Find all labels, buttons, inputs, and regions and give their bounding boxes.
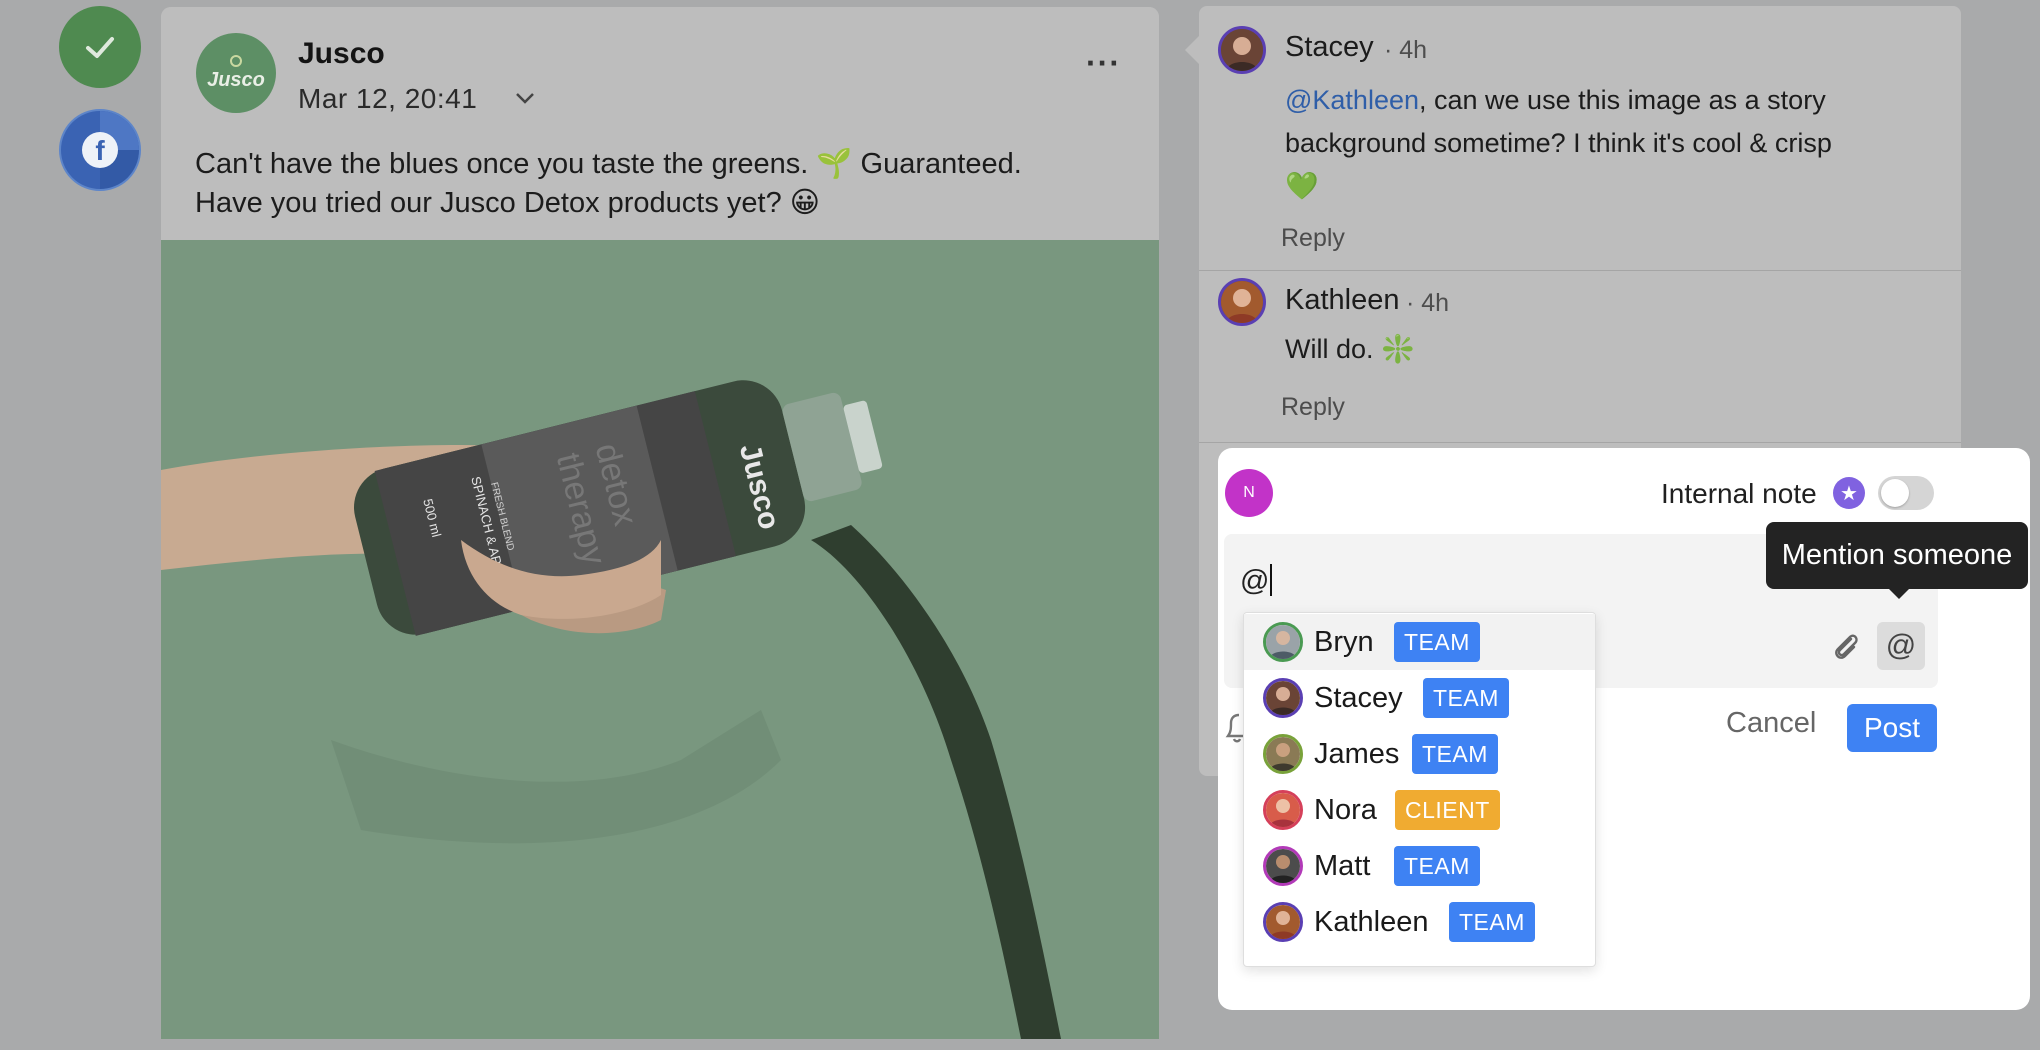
comment-input-value: @ bbox=[1240, 564, 1273, 598]
brand-avatar-text: Jusco bbox=[207, 68, 265, 91]
facebook-icon: f bbox=[82, 111, 139, 189]
mention-option-kathleen[interactable]: Kathleen TEAM bbox=[1244, 894, 1595, 950]
mention-link[interactable]: @Kathleen bbox=[1285, 85, 1419, 115]
post-image: Jusco detox therapy FRESH BLEND SPINACH … bbox=[161, 240, 1159, 1039]
cancel-button[interactable]: Cancel bbox=[1726, 707, 1816, 740]
svg-text:f: f bbox=[95, 135, 105, 166]
post-button[interactable]: Post bbox=[1847, 704, 1937, 752]
brand-avatar: Jusco bbox=[196, 33, 276, 113]
approve-button[interactable] bbox=[59, 6, 141, 88]
avatar bbox=[1263, 734, 1303, 774]
at-icon: @ bbox=[1885, 629, 1917, 662]
mention-button[interactable]: @ bbox=[1877, 622, 1925, 670]
chevron-down-icon[interactable] bbox=[514, 91, 536, 105]
post-header: Jusco Jusco Mar 12, 20:41 ··· Can't have… bbox=[161, 7, 1159, 240]
avatar bbox=[1218, 26, 1266, 74]
role-badge: TEAM bbox=[1449, 902, 1535, 942]
current-user-avatar: N bbox=[1225, 469, 1273, 517]
logo-dot-icon bbox=[230, 54, 242, 67]
mention-option-nora[interactable]: Nora CLIENT bbox=[1244, 782, 1595, 838]
comment-time: · 4h bbox=[1384, 36, 1428, 64]
divider bbox=[1199, 442, 1961, 443]
comment-author: Stacey bbox=[1285, 31, 1374, 63]
role-badge: CLIENT bbox=[1395, 790, 1500, 830]
post-caption-line: Can't have the blues once you taste the … bbox=[195, 148, 1022, 180]
mention-option-stacey[interactable]: Stacey TEAM bbox=[1244, 670, 1595, 726]
role-badge: TEAM bbox=[1412, 734, 1498, 774]
star-icon: ★ bbox=[1833, 477, 1865, 509]
mention-name: Bryn bbox=[1314, 625, 1374, 658]
avatar bbox=[1263, 790, 1303, 830]
mention-name: Stacey bbox=[1314, 681, 1403, 714]
check-icon bbox=[86, 37, 114, 58]
brand-name: Jusco bbox=[298, 37, 385, 70]
post-caption-line: Have you tried our Jusco Detox products … bbox=[195, 187, 821, 219]
role-badge: TEAM bbox=[1394, 622, 1480, 662]
post-preview-card: Jusco Jusco Mar 12, 20:41 ··· Can't have… bbox=[161, 7, 1159, 1039]
reply-button[interactable]: Reply bbox=[1281, 393, 1345, 422]
post-caption: Can't have the blues once you taste the … bbox=[195, 145, 1125, 223]
avatar bbox=[1263, 622, 1303, 662]
post-date: Mar 12, 20:41 bbox=[298, 83, 478, 114]
mention-option-james[interactable]: James TEAM bbox=[1244, 726, 1595, 782]
mention-dropdown: Bryn TEAM Stacey TEAM James TEAM Nora CL… bbox=[1243, 612, 1596, 967]
comment-text: 💚 bbox=[1285, 171, 1319, 201]
avatar bbox=[1218, 278, 1266, 326]
reply-button[interactable]: Reply bbox=[1281, 224, 1345, 253]
mention-name: Kathleen bbox=[1314, 905, 1429, 938]
mention-name: Nora bbox=[1314, 793, 1377, 826]
avatar bbox=[1263, 678, 1303, 718]
mention-option-bryn[interactable]: Bryn TEAM bbox=[1244, 614, 1595, 670]
mention-name: James bbox=[1314, 737, 1400, 770]
avatar bbox=[1263, 846, 1303, 886]
comment-body: Will do. ❇️ bbox=[1285, 334, 1415, 364]
toggle-knob bbox=[1881, 479, 1909, 507]
juice-bottle-photo: Jusco detox therapy FRESH BLEND SPINACH … bbox=[161, 380, 1061, 1039]
comment-text: , can we use this image as a story bbox=[1419, 85, 1826, 115]
text-caret bbox=[1270, 564, 1273, 596]
mention-tooltip: Mention someone bbox=[1766, 522, 2028, 599]
input-text: @ bbox=[1240, 565, 1270, 597]
comment-body: @Kathleen, can we use this image as a st… bbox=[1285, 79, 1925, 208]
mention-name: Matt bbox=[1314, 849, 1371, 882]
role-badge: TEAM bbox=[1423, 678, 1509, 718]
comment-time: · 4h bbox=[1406, 289, 1450, 317]
more-options-button[interactable]: ··· bbox=[1086, 45, 1121, 82]
divider bbox=[1199, 270, 1961, 271]
internal-note-label: Internal note bbox=[1661, 478, 1817, 509]
comment-text: background sometime? I think it's cool &… bbox=[1285, 128, 1832, 158]
attachment-icon[interactable] bbox=[1829, 630, 1863, 664]
role-badge: TEAM bbox=[1394, 846, 1480, 886]
facebook-channel-button[interactable]: f bbox=[59, 109, 141, 191]
mention-option-matt[interactable]: Matt TEAM bbox=[1244, 838, 1595, 894]
comment-author: Kathleen bbox=[1285, 284, 1400, 316]
internal-note-toggle[interactable] bbox=[1878, 476, 1934, 510]
avatar bbox=[1263, 902, 1303, 942]
